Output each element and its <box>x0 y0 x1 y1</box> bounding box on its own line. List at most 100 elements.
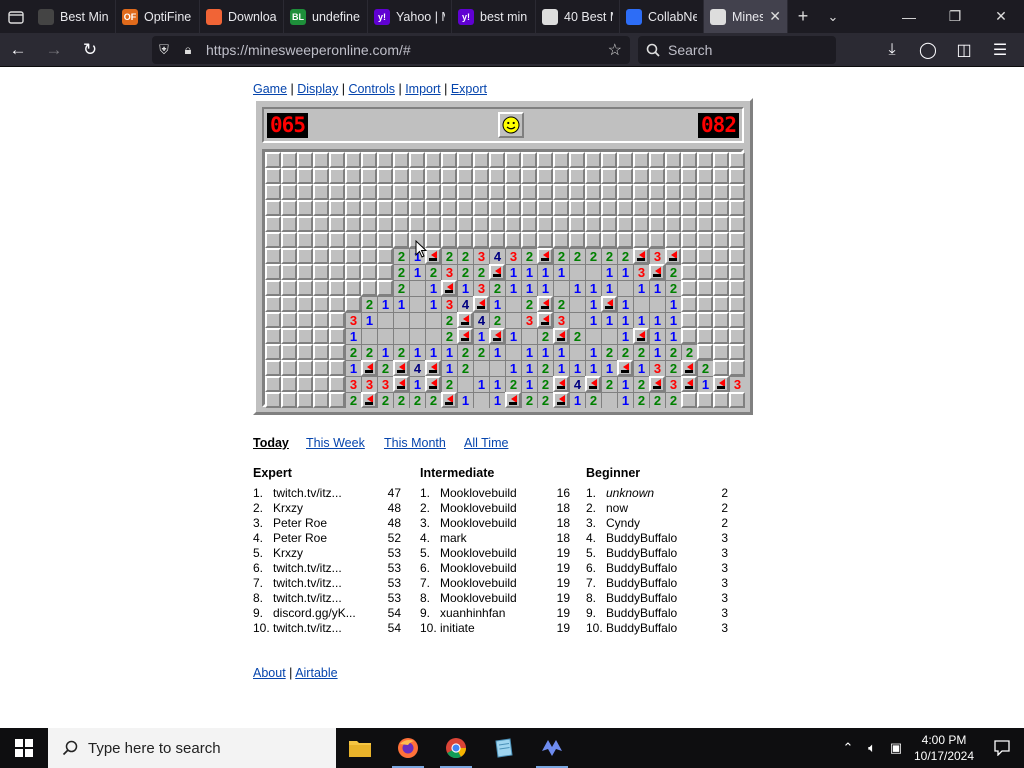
cell-closed[interactable] <box>489 184 505 200</box>
cell-closed[interactable] <box>665 184 681 200</box>
cell-closed[interactable] <box>377 232 393 248</box>
cell-number[interactable]: 1 <box>377 344 393 360</box>
cell-number[interactable]: 1 <box>489 392 505 408</box>
volume-muted-icon[interactable]: 🔈︎ <box>860 740 884 756</box>
cell-flagged[interactable] <box>665 248 681 264</box>
browser-tab[interactable]: Best Min <box>32 0 116 33</box>
cell-closed[interactable] <box>265 168 281 184</box>
cell-closed[interactable] <box>265 360 281 376</box>
cell-closed[interactable] <box>393 216 409 232</box>
cell-number[interactable]: 2 <box>377 392 393 408</box>
cell-closed[interactable] <box>553 184 569 200</box>
cell-number[interactable]: 1 <box>601 360 617 376</box>
cell-closed[interactable] <box>473 232 489 248</box>
cell-closed[interactable] <box>713 200 729 216</box>
cell-closed[interactable] <box>313 296 329 312</box>
cell-number[interactable]: 2 <box>473 344 489 360</box>
cell-flagged[interactable] <box>681 376 697 392</box>
cell-closed[interactable] <box>393 200 409 216</box>
cell-closed[interactable] <box>473 216 489 232</box>
cell-number[interactable]: 1 <box>569 392 585 408</box>
cell-closed[interactable] <box>297 312 313 328</box>
cell-closed[interactable] <box>377 264 393 280</box>
cell-number[interactable]: 2 <box>665 392 681 408</box>
cell-closed[interactable] <box>281 392 297 408</box>
cell-closed[interactable] <box>409 184 425 200</box>
cell-empty[interactable] <box>521 328 537 344</box>
cell-closed[interactable] <box>345 280 361 296</box>
cell-number[interactable]: 2 <box>601 376 617 392</box>
period-tab-today[interactable]: Today <box>253 436 289 450</box>
menu-display-link[interactable]: Display <box>297 82 338 96</box>
cell-closed[interactable] <box>281 280 297 296</box>
cell-closed[interactable] <box>585 168 601 184</box>
cell-flagged[interactable] <box>361 392 377 408</box>
cell-closed[interactable] <box>713 248 729 264</box>
restore-icon[interactable]: ❐ <box>932 0 978 33</box>
cell-closed[interactable] <box>697 296 713 312</box>
period-tab-all-time[interactable]: All Time <box>464 436 508 450</box>
cell-closed[interactable] <box>681 280 697 296</box>
cell-closed[interactable] <box>457 152 473 168</box>
cell-closed[interactable] <box>281 344 297 360</box>
cell-closed[interactable] <box>441 168 457 184</box>
cell-closed[interactable] <box>489 200 505 216</box>
cell-closed[interactable] <box>697 200 713 216</box>
cell-closed[interactable] <box>425 168 441 184</box>
cell-number[interactable]: 3 <box>553 312 569 328</box>
cell-number[interactable]: 2 <box>665 280 681 296</box>
cell-number[interactable]: 1 <box>601 312 617 328</box>
cell-closed[interactable] <box>345 152 361 168</box>
cell-closed[interactable] <box>313 344 329 360</box>
cell-number[interactable]: 1 <box>521 360 537 376</box>
cell-number[interactable]: 1 <box>409 376 425 392</box>
cell-closed[interactable] <box>297 296 313 312</box>
cell-number[interactable]: 2 <box>633 344 649 360</box>
cell-closed[interactable] <box>425 216 441 232</box>
cell-closed[interactable] <box>313 360 329 376</box>
cell-closed[interactable] <box>729 184 745 200</box>
minimize-icon[interactable]: — <box>886 0 932 33</box>
cell-closed[interactable] <box>281 168 297 184</box>
cell-closed[interactable] <box>665 216 681 232</box>
cell-number[interactable]: 1 <box>425 280 441 296</box>
cell-closed[interactable] <box>377 184 393 200</box>
cell-number[interactable]: 1 <box>633 280 649 296</box>
cell-flagged[interactable] <box>457 312 473 328</box>
cell-closed[interactable] <box>377 248 393 264</box>
cell-number[interactable]: 1 <box>505 328 521 344</box>
cell-closed[interactable] <box>681 184 697 200</box>
cell-closed[interactable] <box>329 264 345 280</box>
cell-closed[interactable] <box>345 168 361 184</box>
cell-number[interactable]: 1 <box>409 264 425 280</box>
cell-closed[interactable] <box>633 152 649 168</box>
cell-number[interactable]: 2 <box>569 328 585 344</box>
cell-number[interactable]: 2 <box>505 376 521 392</box>
cell-empty[interactable] <box>505 312 521 328</box>
cell-closed[interactable] <box>345 296 361 312</box>
cell-closed[interactable] <box>329 200 345 216</box>
cell-empty[interactable] <box>633 296 649 312</box>
cell-closed[interactable] <box>649 200 665 216</box>
downloads-icon[interactable]: ⤓ <box>874 33 910 67</box>
cell-closed[interactable] <box>681 248 697 264</box>
cell-number[interactable]: 1 <box>569 360 585 376</box>
cell-number[interactable]: 4 <box>569 376 585 392</box>
cell-closed[interactable] <box>521 184 537 200</box>
cell-closed[interactable] <box>345 200 361 216</box>
cell-closed[interactable] <box>585 232 601 248</box>
cell-number[interactable]: 4 <box>473 312 489 328</box>
cell-empty[interactable] <box>505 296 521 312</box>
cell-number[interactable]: 1 <box>505 280 521 296</box>
cell-number[interactable]: 2 <box>345 344 361 360</box>
cell-closed[interactable] <box>697 392 713 408</box>
cell-closed[interactable] <box>633 200 649 216</box>
cell-closed[interactable] <box>297 200 313 216</box>
cell-number[interactable]: 1 <box>601 280 617 296</box>
cell-closed[interactable] <box>457 168 473 184</box>
cell-closed[interactable] <box>329 152 345 168</box>
cell-number[interactable]: 2 <box>585 248 601 264</box>
cell-closed[interactable] <box>297 392 313 408</box>
cell-closed[interactable] <box>713 312 729 328</box>
cell-number[interactable]: 2 <box>425 392 441 408</box>
